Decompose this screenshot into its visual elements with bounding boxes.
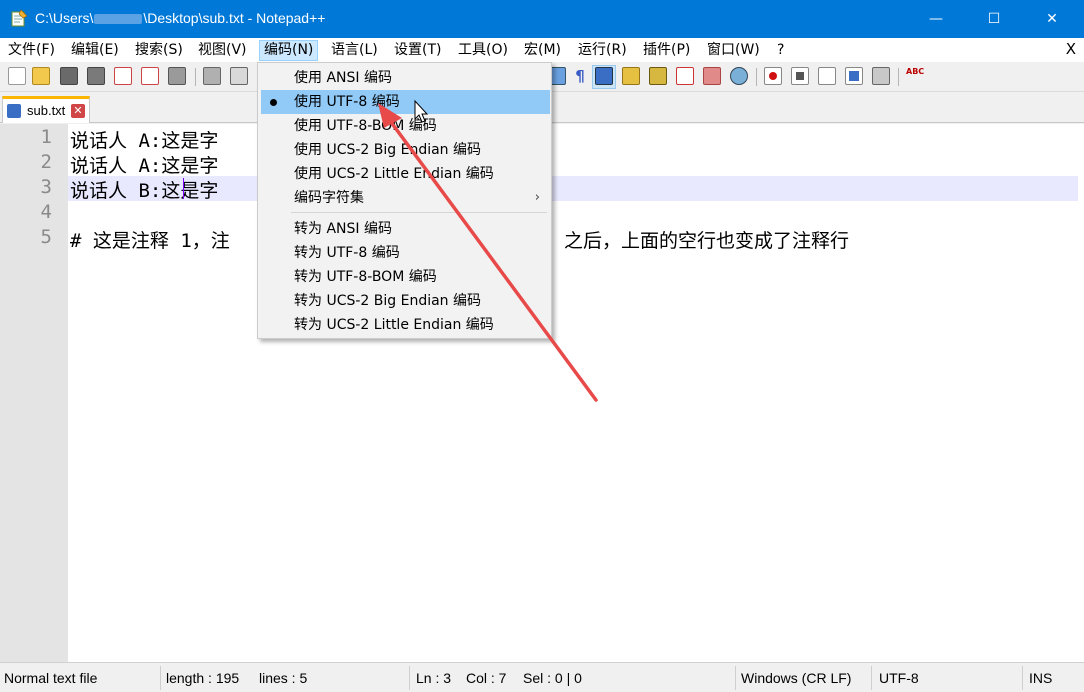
notepadpp-window: C:\Users\ \Desktop\sub.txt - Notepad++ — … bbox=[0, 0, 1084, 692]
menu-file[interactable]: 文件(F) bbox=[4, 40, 59, 61]
menu-item-convert-utf8[interactable]: 转为 UTF-8 编码 bbox=[261, 241, 550, 265]
minimize-button[interactable]: — bbox=[907, 0, 965, 38]
status-encoding[interactable]: UTF-8 bbox=[879, 670, 919, 686]
code-line: 说话人 A:这是字 bbox=[70, 155, 219, 177]
status-divider bbox=[735, 666, 736, 690]
cut-icon[interactable] bbox=[203, 67, 221, 85]
menu-tools[interactable]: 工具(O) bbox=[454, 40, 512, 61]
status-line: Ln : 3 bbox=[416, 670, 452, 686]
menu-item-use-utf8-bom[interactable]: 使用 UTF-8-BOM 编码 bbox=[261, 114, 550, 138]
monitoring-icon[interactable] bbox=[730, 67, 748, 85]
menu-item-use-ucs2-be[interactable]: 使用 UCS-2 Big Endian 编码 bbox=[261, 138, 550, 162]
save-macro-icon[interactable] bbox=[872, 67, 890, 85]
encoding-dropdown-menu: 使用 ANSI 编码 使用 UTF-8 编码 使用 UTF-8-BOM 编码 使… bbox=[257, 62, 552, 339]
tab-close-icon[interactable]: ✕ bbox=[71, 104, 85, 118]
print-icon[interactable] bbox=[168, 67, 186, 85]
menu-plugins[interactable]: 插件(P) bbox=[639, 40, 694, 61]
stop-macro-icon[interactable] bbox=[791, 67, 809, 85]
spellcheck-icon[interactable]: ABC bbox=[906, 67, 924, 85]
close-document-button[interactable]: X bbox=[1066, 40, 1076, 58]
close-all-icon[interactable] bbox=[141, 67, 159, 85]
menu-item-convert-utf8-bom[interactable]: 转为 UTF-8-BOM 编码 bbox=[261, 265, 550, 289]
status-divider bbox=[871, 666, 872, 690]
close-icon: ✕ bbox=[1046, 11, 1058, 27]
line-number: 1 bbox=[40, 126, 52, 148]
tab-label: sub.txt bbox=[27, 103, 66, 118]
status-divider bbox=[1022, 666, 1023, 690]
menu-view[interactable]: 视图(V) bbox=[194, 40, 251, 61]
toolbar-separator bbox=[756, 68, 757, 86]
code-line: 说话人 B:这是字 bbox=[70, 180, 219, 202]
menu-item-use-ucs2-le[interactable]: 使用 UCS-2 Little Endian 编码 bbox=[261, 162, 550, 186]
status-column: Col : 7 bbox=[466, 670, 507, 686]
current-line-highlight bbox=[68, 176, 1078, 201]
line-number-gutter: 1 2 3 4 5 bbox=[0, 124, 68, 662]
function-list-icon[interactable] bbox=[676, 67, 694, 85]
tab-sub-txt[interactable]: sub.txt ✕ bbox=[2, 96, 90, 123]
user-lang-icon[interactable] bbox=[622, 67, 640, 85]
show-all-chars-icon[interactable]: ¶ bbox=[571, 67, 589, 85]
menu-separator bbox=[291, 212, 547, 213]
selected-bullet-icon bbox=[270, 99, 277, 106]
toolbar-separator bbox=[195, 68, 196, 86]
menu-help[interactable]: ? bbox=[773, 40, 788, 61]
play-multiple-icon[interactable] bbox=[845, 67, 863, 85]
maximize-icon: ☐ bbox=[987, 11, 1001, 27]
menu-search[interactable]: 搜索(S) bbox=[131, 40, 187, 61]
record-macro-icon[interactable] bbox=[764, 67, 782, 85]
save-all-icon[interactable] bbox=[87, 67, 105, 85]
open-file-icon[interactable] bbox=[32, 67, 50, 85]
toolbar-separator bbox=[898, 68, 899, 86]
new-file-icon[interactable] bbox=[8, 67, 26, 85]
play-macro-icon[interactable] bbox=[818, 67, 836, 85]
menu-item-use-utf8[interactable]: 使用 UTF-8 编码 bbox=[261, 90, 550, 114]
line-number: 5 bbox=[40, 226, 52, 248]
title-bar[interactable]: C:\Users\ \Desktop\sub.txt - Notepad++ — … bbox=[0, 0, 1084, 38]
status-bar: Normal text file length : 195 lines : 5 … bbox=[0, 662, 1084, 692]
status-selection: Sel : 0 | 0 bbox=[523, 670, 582, 686]
menu-item-convert-ucs2-be[interactable]: 转为 UCS-2 Big Endian 编码 bbox=[261, 289, 550, 313]
menu-item-convert-ucs2-le[interactable]: 转为 UCS-2 Little Endian 编码 bbox=[261, 313, 550, 337]
menu-language[interactable]: 语言(L) bbox=[327, 40, 382, 61]
line-number: 4 bbox=[40, 201, 52, 223]
menu-macro[interactable]: 宏(M) bbox=[520, 40, 565, 61]
text-caret bbox=[183, 178, 184, 199]
menu-item-charset[interactable]: 编码字符集 › bbox=[261, 186, 550, 210]
indent-guide-icon bbox=[595, 67, 613, 85]
code-line: 说话人 A:这是字 bbox=[70, 130, 219, 152]
folder-workspace-icon[interactable] bbox=[703, 67, 721, 85]
status-eol[interactable]: Windows (CR LF) bbox=[741, 670, 851, 686]
status-divider bbox=[160, 666, 161, 690]
doc-map-icon[interactable] bbox=[649, 67, 667, 85]
code-line: # 这是注释 1，注 bbox=[70, 230, 230, 252]
status-file-type: Normal text file bbox=[4, 670, 98, 686]
save-icon[interactable] bbox=[60, 67, 78, 85]
close-file-icon[interactable] bbox=[114, 67, 132, 85]
minimize-icon: — bbox=[929, 11, 943, 27]
file-saved-icon bbox=[7, 104, 21, 118]
menu-run[interactable]: 运行(R) bbox=[574, 40, 631, 61]
status-divider bbox=[409, 666, 410, 690]
close-button[interactable]: ✕ bbox=[1023, 0, 1081, 38]
copy-icon[interactable] bbox=[230, 67, 248, 85]
status-length: length : 195 bbox=[166, 670, 240, 686]
menu-edit[interactable]: 编辑(E) bbox=[67, 40, 123, 61]
menu-window[interactable]: 窗口(W) bbox=[703, 40, 764, 61]
line-number: 2 bbox=[40, 151, 52, 173]
maximize-button[interactable]: ☐ bbox=[965, 0, 1023, 38]
menu-item-convert-ansi[interactable]: 转为 ANSI 编码 bbox=[261, 217, 550, 241]
window-title: C:\Users\ \Desktop\sub.txt - Notepad++ bbox=[35, 10, 326, 26]
menu-bar: 文件(F) 编辑(E) 搜索(S) 视图(V) 编码(N) 语言(L) 设置(T… bbox=[0, 38, 1084, 62]
line-number: 3 bbox=[40, 176, 52, 198]
submenu-arrow-icon: › bbox=[534, 190, 540, 205]
redacted-username bbox=[94, 14, 143, 25]
menu-encoding[interactable]: 编码(N) bbox=[259, 40, 319, 61]
code-line-tail: 之后，上面的空行也变成了注释行 bbox=[564, 230, 850, 252]
menu-settings[interactable]: 设置(T) bbox=[390, 40, 445, 61]
status-lines: lines : 5 bbox=[259, 670, 308, 686]
status-insert-mode[interactable]: INS bbox=[1029, 670, 1052, 686]
notepad-app-icon bbox=[11, 9, 28, 27]
menu-item-use-ansi[interactable]: 使用 ANSI 编码 bbox=[261, 66, 550, 90]
